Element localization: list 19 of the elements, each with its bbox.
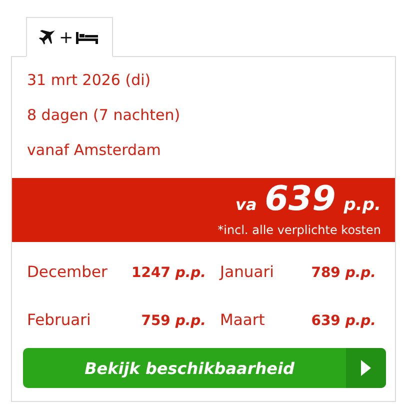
month-name: Maart [219,310,266,330]
month-name: Februari [27,310,92,330]
play-icon [361,360,371,376]
price-amount: 639 [264,182,336,216]
trip-detail: 8 dagen (7 nachten) [27,105,182,126]
month-price: 789 p.p. [310,265,376,281]
trip-detail: 31 mrt 2026 (di) [27,70,152,91]
month-price: 759 p.p. [140,313,206,329]
month-price: 1247 p.p. [130,265,206,281]
tab[interactable]: + [26,17,114,57]
month-price: 639 p.p. [310,313,376,329]
trip-detail: vanaf Amsterdam [27,140,162,161]
bed-icon [76,32,98,44]
airplane-icon [38,30,56,46]
price-unit: p.p. [344,194,381,217]
month-name: December [27,262,108,282]
price-prefix: va [236,194,257,216]
month-name: Januari [218,262,275,282]
price-note: *incl. alle verplichte kosten [218,222,381,238]
